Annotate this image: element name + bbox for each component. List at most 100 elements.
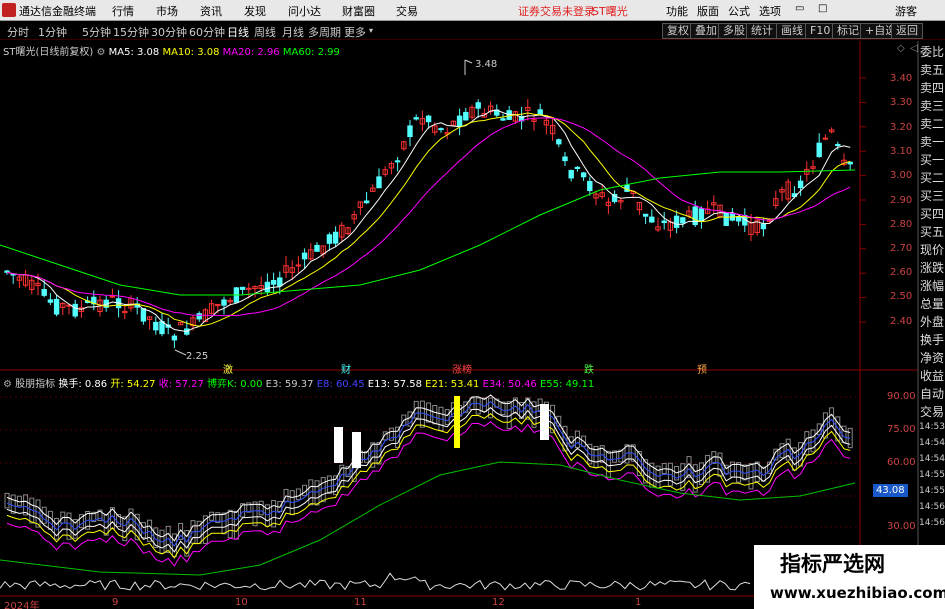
ma20-value: MA20: 2.96: [222, 47, 280, 58]
diamond-icon[interactable]: ◇: [897, 43, 905, 54]
candle-body: [456, 115, 463, 127]
side-panel-item: 换手: [920, 333, 945, 347]
event-mark[interactable]: 跌: [584, 361, 594, 376]
event-mark[interactable]: 预: [697, 361, 707, 376]
indicator-bar: [426, 402, 432, 423]
side-panel-item: 委比: [920, 45, 945, 59]
price-tick: 3.00: [890, 170, 913, 181]
time-tick: 12: [492, 597, 505, 608]
price-tick: 3.10: [890, 146, 913, 157]
event-mark[interactable]: 激: [223, 361, 233, 376]
candle-body: [363, 200, 370, 204]
side-panel-item: 卖二: [920, 117, 945, 131]
low-marker: [174, 349, 187, 356]
indicator-tick: 75.00: [887, 424, 916, 435]
watermark-url: www.xuezhibiao.com: [770, 584, 945, 602]
event-mark[interactable]: 涨榜: [452, 361, 472, 376]
candle-body: [221, 299, 227, 306]
side-panel-item[interactable]: 自动: [920, 385, 944, 404]
e55-line: [0, 461, 856, 576]
indicator-bar: [295, 488, 301, 501]
candle-body: [264, 281, 271, 292]
candle-body: [4, 270, 10, 273]
candle-body: [500, 118, 506, 121]
indicator-bar: [475, 397, 481, 415]
side-panel-item: 卖五: [920, 63, 945, 77]
side-time-item: 14:54: [919, 454, 945, 464]
side-time-item: 14:56: [919, 518, 945, 528]
collapse-icon[interactable]: ◁: [910, 43, 918, 54]
ma60-value: MA60: 2.99: [282, 47, 340, 58]
candle-body: [301, 252, 308, 260]
side-panel-item: 涨跌: [920, 261, 945, 275]
price-high-mark: 3.48: [475, 59, 498, 70]
indicator-current-value: 43.08: [873, 484, 908, 497]
kline-legend: ST曙光(日线前复权) ⚙ MA5: 3.08 MA10: 3.08 MA20:…: [3, 43, 340, 58]
price-tick: 3.30: [890, 97, 913, 108]
time-tick: 9: [112, 597, 119, 608]
candle-body: [153, 321, 159, 331]
time-tick: 11: [354, 597, 367, 608]
indicator-bar: [314, 480, 320, 506]
side-panel-item: 买二: [920, 171, 945, 185]
candle-body: [680, 217, 686, 224]
signal-block: [352, 432, 361, 468]
candle-body: [407, 125, 413, 138]
indicator-bar: [252, 501, 258, 527]
candle-body: [822, 137, 829, 140]
candle-body: [159, 321, 165, 335]
candle-body: [47, 299, 54, 303]
time-tick: 2024年: [4, 601, 40, 609]
quote-side-panel: 委比 卖五 卖四 卖三 卖二 卖一 买一 买二 买三 买四 买五 现价 涨跌 涨幅 总量 外盘 换手 净资 收益 自动…: [919, 41, 945, 609]
side-panel-item: 买五: [920, 225, 945, 239]
indicator-bar: [748, 463, 754, 490]
indicator-bar: [574, 430, 580, 448]
candle-body: [642, 213, 649, 217]
candle-body: [394, 160, 401, 163]
candle-body: [580, 172, 587, 178]
indicator-bar: [221, 512, 227, 535]
candle-body: [562, 156, 568, 162]
price-tick: 2.40: [890, 316, 913, 327]
app-window: 通达信金融终端 行情 市场 资讯 发现 问小达 财富圈 交易 证券交易未登录 S…: [0, 0, 945, 609]
high-marker: [464, 59, 473, 64]
side-panel-item: 卖四: [920, 81, 945, 95]
indicator-tick: 90.00: [887, 391, 916, 402]
candle-body: [332, 231, 339, 244]
price-tick: 2.60: [890, 267, 913, 278]
side-time-item: 14:55: [919, 486, 945, 496]
indicator-name: 股朋指标: [15, 379, 56, 390]
side-panel-item[interactable]: 交易: [920, 403, 944, 422]
candle-body: [556, 139, 562, 145]
side-panel-item: 外盘: [920, 315, 945, 329]
candle-body: [587, 180, 593, 192]
side-time-item: 14:53: [919, 422, 945, 432]
candle-body: [171, 335, 178, 341]
candle-body: [140, 308, 147, 322]
candle-body: [624, 184, 630, 192]
indicator-e55: E55: 49.11: [539, 379, 595, 390]
gear-icon[interactable]: ⚙: [96, 47, 105, 58]
kline-chart-area[interactable]: [0, 0, 945, 609]
indicator-bar: [258, 500, 264, 516]
price-tick: 2.90: [890, 195, 913, 206]
event-mark[interactable]: 财: [341, 361, 351, 376]
candle-body: [760, 223, 767, 230]
indicator-e3: E3: 59.37: [265, 379, 314, 390]
candle-body: [413, 117, 419, 120]
side-panel-item: 净资: [920, 351, 945, 365]
ma10-value: MA10: 3.08: [162, 47, 220, 58]
candle-body: [277, 277, 283, 287]
side-time-item: 14:56: [919, 502, 945, 512]
indicator-bar: [432, 405, 438, 425]
ma5-value: MA5: 3.08: [108, 47, 160, 58]
time-tick: 1: [635, 597, 642, 608]
signal-block: [454, 396, 460, 448]
candle-body: [735, 216, 742, 222]
side-panel-item: 买一: [920, 153, 945, 167]
candle-body: [41, 289, 47, 296]
gear-icon[interactable]: ⚙: [3, 379, 12, 390]
candle-body: [326, 234, 333, 244]
indicator-close: 收: 57.27: [158, 379, 204, 390]
candle-body: [649, 216, 655, 223]
